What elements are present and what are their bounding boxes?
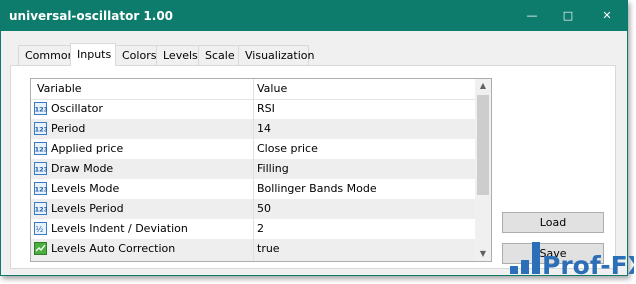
minimize-button[interactable]: — [523, 7, 541, 25]
title-bar[interactable]: universal-oscillator 1.00 — □ ✕ [1, 1, 627, 31]
svg-text:½: ½ [36, 225, 44, 234]
tab-visualization[interactable]: Visualization [238, 45, 314, 65]
123-number-icon: 123 [34, 162, 48, 175]
tab-levels[interactable]: Levels [156, 45, 199, 65]
variable-name: Levels Auto Correction [51, 242, 176, 255]
window-title: universal-oscillator 1.00 [9, 9, 174, 23]
svg-text:123: 123 [35, 166, 47, 174]
half-fraction-icon: ½ [34, 222, 47, 235]
variable-name: Period [51, 122, 86, 135]
123-number-icon: 123 [34, 142, 48, 155]
variable-value[interactable]: RSI [257, 102, 275, 115]
scroll-thumb[interactable] [477, 95, 489, 195]
variable-value[interactable]: Bollinger Bands Mode [257, 182, 377, 195]
variable-value[interactable]: Filling [257, 162, 289, 175]
variable-value[interactable]: true [257, 242, 280, 255]
scroll-up-icon[interactable]: ▲ [475, 79, 491, 93]
watermark-text: Prof-FX [542, 251, 634, 280]
vertical-scrollbar[interactable]: ▲ ▼ [475, 79, 491, 261]
variable-name: Applied price [51, 142, 124, 155]
variable-value[interactable]: 50 [257, 202, 271, 215]
variable-name: Oscillator [51, 102, 103, 115]
123-number-icon: 123 [34, 182, 48, 195]
maximize-button[interactable]: □ [559, 7, 577, 25]
prof-fx-watermark-logo: Prof-FX [510, 242, 634, 280]
tab-common[interactable]: Common [18, 45, 75, 65]
variable-name: Levels Period [51, 202, 124, 215]
scroll-down-icon[interactable]: ▼ [475, 247, 491, 261]
close-button[interactable]: ✕ [598, 7, 616, 25]
tab-colors[interactable]: Colors [115, 45, 157, 65]
123-number-icon: 123 [34, 102, 48, 115]
value-column-header[interactable]: Value [257, 82, 287, 95]
svg-text:123: 123 [35, 186, 47, 194]
variable-value[interactable]: 14 [257, 122, 271, 135]
svg-text:123: 123 [35, 206, 47, 214]
variable-value[interactable]: Close price [257, 142, 318, 155]
svg-text:123: 123 [35, 106, 47, 114]
tab-scale[interactable]: Scale [198, 45, 239, 65]
variable-name: Levels Mode [51, 182, 120, 195]
tab-inputs[interactable]: Inputs [70, 43, 116, 66]
svg-text:123: 123 [35, 146, 47, 154]
123-number-icon: 123 [34, 202, 48, 215]
variable-name: Levels Indent / Deviation [51, 222, 188, 235]
column-divider [253, 79, 254, 261]
svg-text:123: 123 [35, 126, 47, 134]
load-button[interactable]: Load [502, 212, 604, 233]
variable-name: Draw Mode [51, 162, 114, 175]
123-number-icon: 123 [34, 122, 48, 135]
variable-column-header[interactable]: Variable [37, 82, 82, 95]
variable-value[interactable]: 2 [257, 222, 264, 235]
chart-bool-icon [34, 242, 47, 255]
inputs-table: Variable Value 123 Oscillator RSI 123 Period… [30, 78, 492, 262]
